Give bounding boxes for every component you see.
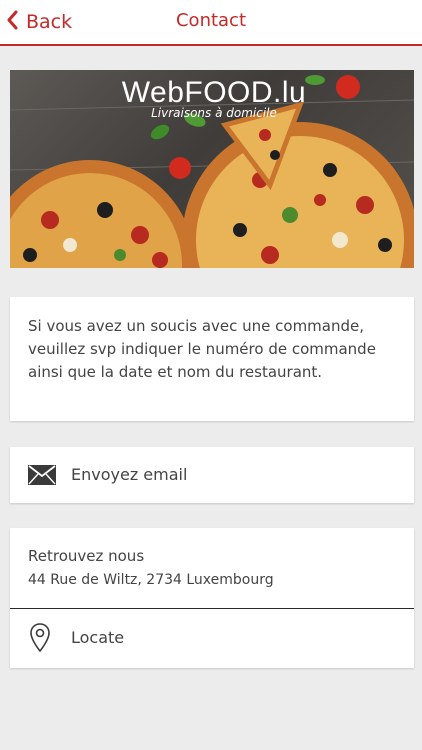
location-heading: Retrouvez nous [28, 547, 145, 565]
location-info: Retrouvez nous 44 Rue de Wiltz, 2734 Lux… [10, 528, 414, 609]
banner-image: WebFOOD.lu Livraisons à domicile [10, 70, 414, 268]
email-label: Envoyez email [71, 465, 188, 484]
nav-bar: Back Contact [0, 0, 422, 46]
info-text: Si vous avez un soucis avec une commande… [28, 317, 376, 381]
envelope-icon [28, 465, 56, 489]
info-card: Si vous avez un soucis avec une commande… [10, 297, 414, 421]
location-address: 44 Rue de Wiltz, 2734 Luxembourg [28, 572, 274, 588]
page-title: Contact [175, 10, 247, 31]
email-button[interactable]: Envoyez email [10, 447, 414, 503]
brand-logo: WebFOOD.lu Livraisons à domicile [114, 76, 314, 120]
locate-label: Locate [71, 628, 125, 647]
brand-name: WebFOOD.lu [121, 76, 307, 109]
locate-button[interactable]: Locate [10, 609, 414, 667]
map-pin-icon [30, 623, 50, 657]
location-card: Retrouvez nous 44 Rue de Wiltz, 2734 Lux… [10, 528, 414, 668]
